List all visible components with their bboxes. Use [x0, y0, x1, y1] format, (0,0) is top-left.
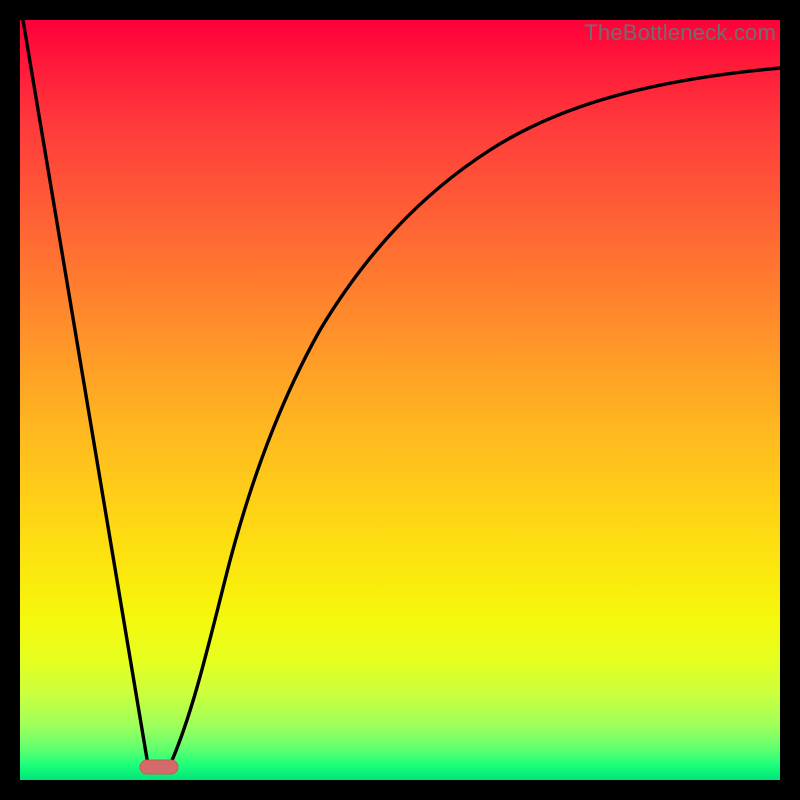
chart-frame: TheBottleneck.com [0, 0, 800, 800]
curve-right-branch [170, 68, 780, 765]
valley-marker [140, 760, 178, 774]
curve-left-branch [23, 20, 148, 765]
curve-layer [20, 20, 780, 780]
plot-area: TheBottleneck.com [20, 20, 780, 780]
